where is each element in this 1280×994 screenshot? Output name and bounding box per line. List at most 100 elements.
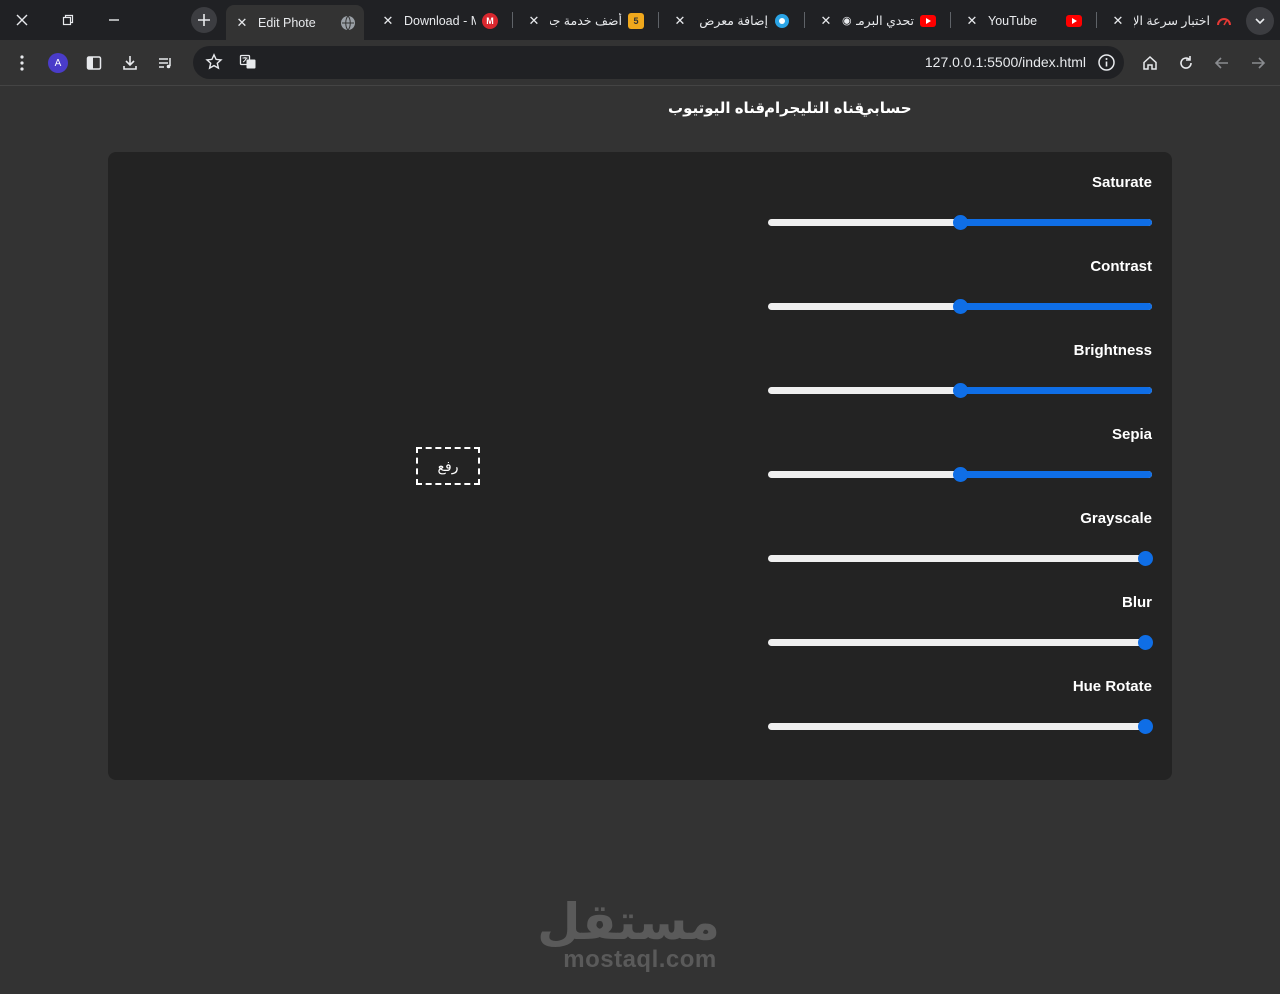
filter-grayscale: Grayscale <box>768 508 1153 592</box>
tab-separator <box>1096 12 1097 28</box>
bookmark-star-icon[interactable] <box>205 53 223 76</box>
home-icon <box>1143 55 1157 70</box>
restore-window-button[interactable] <box>54 6 82 34</box>
khamsat-icon: 5 <box>628 12 644 29</box>
audio-icon: ◉ <box>842 15 852 27</box>
youtube-icon <box>920 13 936 29</box>
tab-close-icon[interactable]: ✕ <box>672 13 688 29</box>
grayscale-slider[interactable] <box>768 551 1153 566</box>
tab-title: تحدي البرمـ <box>855 14 914 28</box>
profile-button[interactable]: A <box>44 49 72 77</box>
slider-thumb[interactable] <box>953 383 968 398</box>
slider-thumb[interactable] <box>1138 719 1153 734</box>
close-icon <box>16 14 28 26</box>
url-text: 127.0.0.1:5500/index.html <box>924 54 1086 70</box>
filter-label: Hue Rotate <box>1072 678 1152 695</box>
editor-panel: رفع Saturate Contrast Brightness Sepia G… <box>108 152 1172 780</box>
tab-speedtest[interactable]: ✕ اختبار سرعة الإ <box>1102 5 1240 36</box>
playlist-icon <box>159 58 171 69</box>
tab-close-icon[interactable]: ✕ <box>1110 13 1126 29</box>
slider-track <box>768 639 1152 646</box>
tab-khamsat[interactable]: ✕ أضف خدمة جد 5 <box>518 5 652 36</box>
kebab-menu-icon <box>20 55 24 71</box>
address-bar[interactable]: 127.0.0.1:5500/index.html <box>193 46 1124 79</box>
tab-search-button[interactable] <box>1246 7 1274 35</box>
close-window-button[interactable] <box>8 6 36 34</box>
slider-thumb[interactable] <box>953 467 968 482</box>
tab-close-icon[interactable]: ✕ <box>526 13 542 29</box>
plus-icon <box>198 14 210 26</box>
slider-thumb[interactable] <box>1138 635 1153 650</box>
filter-brightness: Brightness <box>768 340 1152 424</box>
tab-strip: ✕ Edit Phote ✕ Download - M M ✕ أضف خدمة… <box>0 0 1280 40</box>
hue-rotate-slider[interactable] <box>768 719 1153 734</box>
new-tab-button[interactable] <box>191 7 217 33</box>
tab-separator <box>950 12 951 28</box>
slider-fill <box>960 303 1152 310</box>
side-panel-icon <box>86 56 102 70</box>
contrast-slider[interactable] <box>768 299 1152 314</box>
tab-edit-phote[interactable]: ✕ Edit Phote <box>226 5 364 40</box>
minimize-window-button[interactable] <box>100 6 128 34</box>
tab-close-icon[interactable]: ✕ <box>234 15 250 31</box>
slider-track <box>768 723 1152 730</box>
slider-thumb[interactable] <box>953 299 968 314</box>
filter-blur: Blur <box>768 592 1153 676</box>
filter-hue-rotate: Hue Rotate <box>768 676 1153 760</box>
upload-button[interactable]: رفع <box>416 447 480 485</box>
mostaql-icon <box>774 13 790 29</box>
filter-label: Contrast <box>1090 258 1152 275</box>
tab-close-icon[interactable]: ✕ <box>380 13 396 29</box>
back-button[interactable] <box>1208 49 1236 77</box>
nav-link-account[interactable]: حسابي <box>859 99 912 117</box>
tab-separator <box>512 12 513 28</box>
tab-download[interactable]: ✕ Download - M M <box>372 5 506 36</box>
globe-icon <box>340 15 356 31</box>
tab-mostaql[interactable]: ✕ إضافة معرض <box>664 5 798 36</box>
translate-icon[interactable] <box>239 53 257 76</box>
watermark-domain: mostaql.com <box>563 946 717 973</box>
tab-youtube[interactable]: ✕ YouTube <box>956 5 1090 36</box>
tab-youtube-challenge[interactable]: ✕ ◉ تحدي البرمـ <box>810 5 944 36</box>
media-controls-button[interactable] <box>152 49 180 77</box>
filter-label: Saturate <box>1091 174 1152 191</box>
brightness-slider[interactable] <box>768 383 1152 398</box>
blur-slider[interactable] <box>768 635 1153 650</box>
forward-button[interactable] <box>1244 49 1272 77</box>
download-icon <box>123 56 137 70</box>
site-nav: حسابي قناه التليجرام قناه اليوتيوب <box>0 99 1280 119</box>
slider-thumb[interactable] <box>1138 551 1153 566</box>
restore-icon <box>62 14 74 26</box>
speedtest-icon <box>1216 13 1232 29</box>
slider-thumb[interactable] <box>953 215 968 230</box>
home-button[interactable] <box>1136 49 1164 77</box>
slider-fill <box>960 471 1152 478</box>
filter-label: Brightness <box>1073 342 1152 359</box>
nav-link-youtube[interactable]: قناه اليوتيوب <box>668 99 765 117</box>
chevron-down-icon <box>1255 18 1265 25</box>
side-panel-button[interactable] <box>80 49 108 77</box>
tab-close-icon[interactable]: ✕ <box>818 13 834 29</box>
tab-separator <box>658 12 659 28</box>
filter-label: Blur <box>1122 594 1152 611</box>
site-info-icon[interactable] <box>1097 53 1116 72</box>
downloads-button[interactable] <box>116 49 144 77</box>
sepia-slider[interactable] <box>768 467 1152 482</box>
filter-label: Grayscale <box>1080 510 1152 527</box>
slider-fill <box>960 387 1152 394</box>
menu-button[interactable] <box>8 49 36 77</box>
arrow-left-icon <box>1214 57 1228 69</box>
minimize-icon <box>109 19 119 21</box>
filter-controls: Saturate Contrast Brightness Sepia Grays… <box>768 172 1153 760</box>
filter-saturate: Saturate <box>768 172 1152 256</box>
tab-title: YouTube <box>988 13 1038 28</box>
tab-title: Download - M <box>404 13 476 28</box>
reload-button[interactable] <box>1172 49 1200 77</box>
saturate-slider[interactable] <box>768 215 1152 230</box>
avatar: A <box>48 53 68 73</box>
nav-link-telegram[interactable]: قناه التليجرام <box>764 99 864 117</box>
slider-track <box>768 555 1152 562</box>
mega-icon: M <box>482 12 498 29</box>
tab-close-icon[interactable]: ✕ <box>964 13 980 29</box>
filter-sepia: Sepia <box>768 424 1152 508</box>
